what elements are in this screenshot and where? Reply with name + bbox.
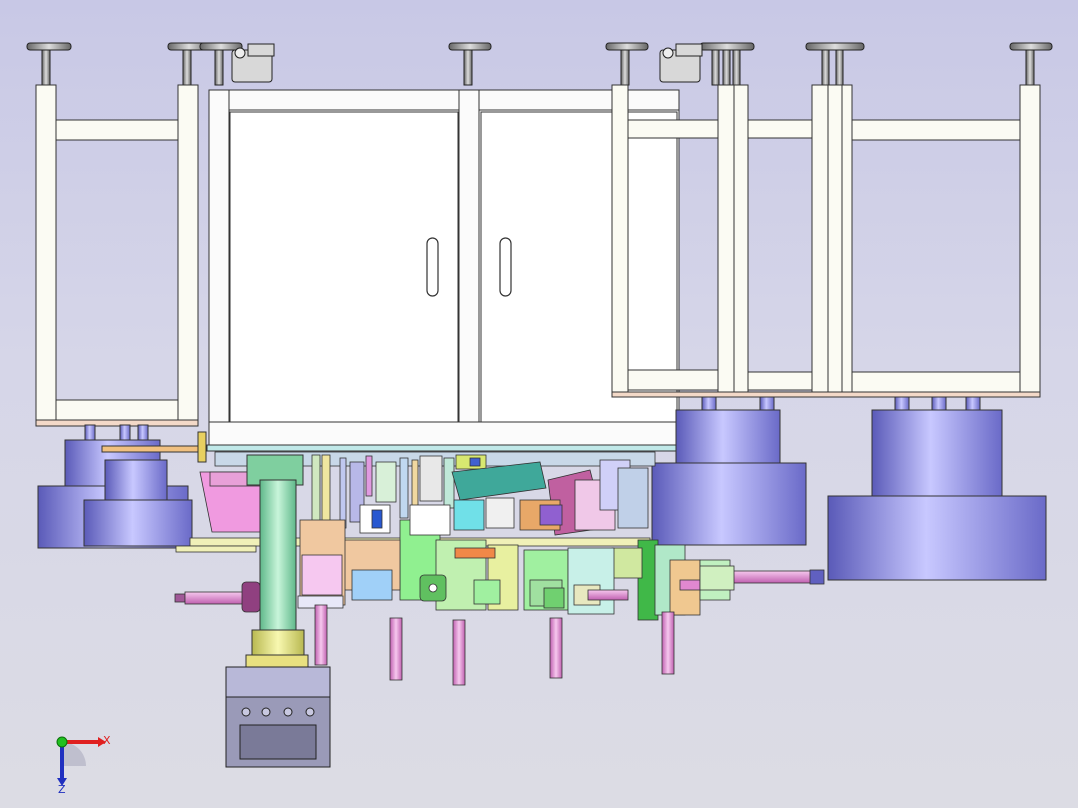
control-button <box>283 707 293 717</box>
coordinate-triad[interactable]: X Z <box>56 734 111 796</box>
x-axis-label: X <box>103 734 111 747</box>
leveling-foot <box>448 42 492 86</box>
cylinder-horizontal-left <box>174 581 261 613</box>
cylinder-vertical <box>661 611 675 675</box>
cylinder-vertical <box>314 604 328 666</box>
cad-viewport[interactable]: X Z <box>0 0 1078 808</box>
door-handle-left <box>426 237 439 297</box>
cylinder-vertical <box>452 619 466 686</box>
leveling-foot <box>805 42 865 86</box>
leveling-foot <box>1009 42 1053 86</box>
leveling-foot <box>699 42 755 86</box>
door-handle-right <box>499 237 512 297</box>
servo-motor-right-2 <box>827 396 1047 581</box>
leveling-foot <box>605 42 649 86</box>
cylinder-vertical <box>389 617 403 681</box>
control-button <box>241 707 251 717</box>
leveling-feet <box>26 42 1053 86</box>
z-axis-label: Z <box>58 783 66 796</box>
control-box[interactable] <box>225 666 331 768</box>
y-axis-dot-icon <box>56 736 68 748</box>
machine-assembly-drawing[interactable]: X Z <box>0 0 1078 808</box>
caster-wheel <box>231 43 275 83</box>
cylinder-vertical <box>549 617 563 679</box>
control-button <box>261 707 271 717</box>
main-cabinet[interactable] <box>206 89 682 452</box>
control-button <box>305 707 315 717</box>
leveling-foot <box>26 42 72 86</box>
cylinder-horizontal-mid <box>587 589 629 601</box>
left-frame[interactable] <box>35 84 199 427</box>
cylinder-horizontal-right <box>699 565 825 591</box>
caster-wheel <box>659 43 703 83</box>
